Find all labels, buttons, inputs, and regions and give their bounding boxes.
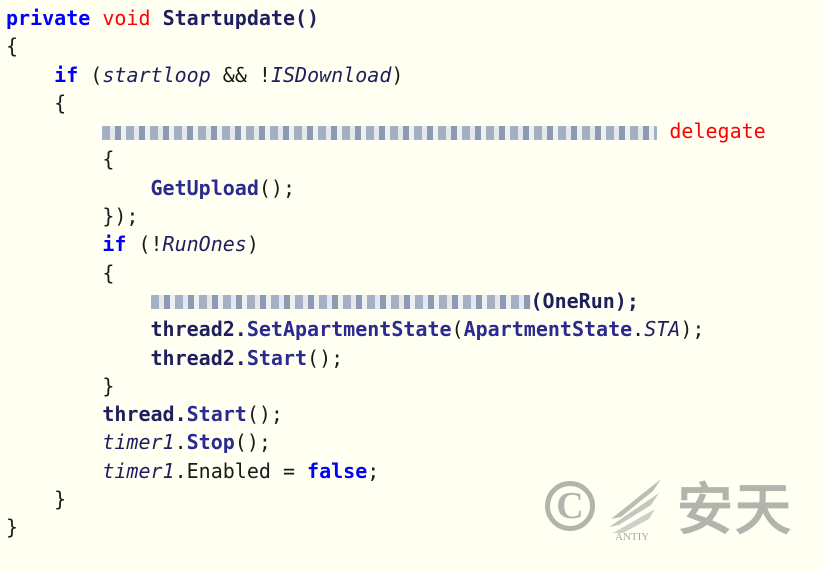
code-line-10: { — [102, 260, 115, 285]
code-line-13: thread2.Start(); — [150, 345, 344, 370]
code-line-4: { — [54, 90, 67, 115]
copyright-icon: C — [545, 480, 595, 531]
code-line-1: private void Startupdate() — [6, 6, 320, 30]
code-line-12: thread2.SetApartmentState(ApartmentState… — [150, 317, 705, 342]
antiy-logo-icon: ANTIY — [601, 471, 671, 543]
code-line-16: timer1.Stop(); — [102, 430, 271, 455]
code-line-7: GetUpload(); — [150, 175, 296, 200]
code-line-9: if (!RunOnes) — [102, 232, 259, 257]
redacted-code — [102, 125, 658, 140]
code-line-3: if (startloop && !ISDownload) — [54, 62, 404, 87]
code-line-2: { — [6, 34, 19, 59]
code-block: private void Startupdate() { if (startlo… — [6, 4, 766, 542]
code-line-15: thread.Start(); — [102, 402, 283, 427]
brand-name: 安天 — [677, 478, 793, 543]
code-line-6: { — [102, 147, 115, 172]
code-screenshot: { "code": { "l1_private": "private", "l1… — [0, 0, 823, 571]
code-line-8: }); — [102, 204, 139, 229]
code-line-5: delegate — [6, 117, 766, 145]
redacted-code — [150, 295, 531, 310]
antiy-watermark: C ANTIY 安天 — [545, 465, 793, 546]
code-line-14: } — [102, 373, 115, 398]
code-line-11: (OneRun); — [6, 287, 766, 315]
